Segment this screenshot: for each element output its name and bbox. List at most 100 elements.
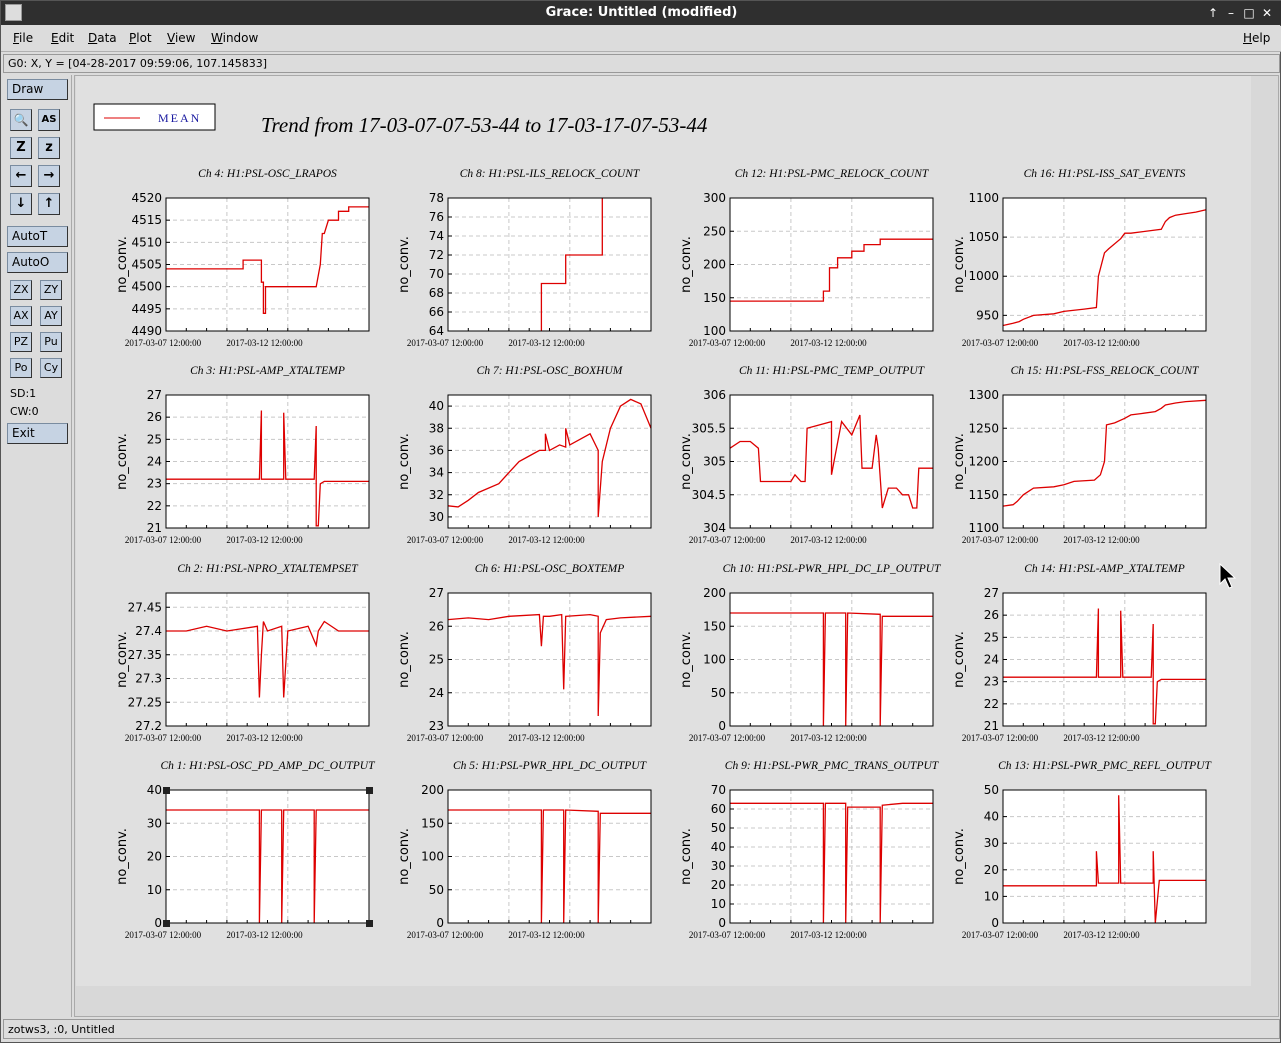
y-tick-label: 1150 <box>968 488 999 502</box>
chart-11: 27 26 25 24 23 22 21 Ch 14: H1:PSL-AMP_XTALTEMP… <box>952 563 1207 743</box>
y-axis-label: no_conv. <box>679 236 694 293</box>
pz-button[interactable]: PZ <box>10 332 32 352</box>
raise-icon[interactable]: ↑ <box>1205 5 1221 21</box>
chart-title: Ch 9: H1:PSL-PWR_PMC_TRANS_OUTPUT <box>725 760 940 772</box>
y-tick-label: 25 <box>147 432 162 446</box>
x-tick-label: 2017-03-07 12:00:00 <box>962 930 1039 940</box>
y-tick-label: 306 <box>703 388 726 402</box>
x-tick-label: 2017-03-07 12:00:00 <box>407 733 484 743</box>
locator-readout: G0: X, Y = [04-28-2017 09:59:06, 107.145… <box>3 54 1280 73</box>
zx-button[interactable]: ZX <box>10 280 32 300</box>
chart-1: 78 76 74 72 70 68 66 64 Ch 8: H1:PSL-ILS_RELOCK_… <box>397 168 652 348</box>
y-tick-label: 24 <box>147 455 162 469</box>
page-title: Trend from 17-03-07-07-53-44 to 17-03-17… <box>261 113 708 137</box>
y-tick-label: 40 <box>711 840 726 854</box>
menu-edit[interactable]: Edit <box>51 31 74 45</box>
plot-canvas[interactable]: MEAN Trend from 17-03-07-07-53-44 to 17-… <box>76 76 1251 986</box>
zoom-out-icon[interactable]: z <box>38 137 60 159</box>
plot-area <box>1003 198 1206 331</box>
scroll-up-icon[interactable]: ↑ <box>38 193 60 215</box>
zoom-in-icon[interactable]: Z <box>10 137 32 159</box>
y-tick-label: 27.45 <box>128 600 162 614</box>
chart-title: Ch 10: H1:PSL-PWR_HPL_DC_LP_OUTPUT <box>723 563 942 575</box>
exit-button[interactable]: Exit <box>7 423 68 444</box>
y-tick-label: 20 <box>711 878 726 892</box>
y-tick-label: 27.4 <box>135 624 162 638</box>
y-tick-label: 304.5 <box>692 488 726 502</box>
chart-0: 4520 4515 4510 4505 4500 4495 4490 Ch 4: H1:PSL… <box>115 168 370 348</box>
y-tick-label: 10 <box>711 897 726 911</box>
y-axis-label: no_conv. <box>679 631 694 688</box>
autoo-button[interactable]: AutoO <box>7 252 68 273</box>
chart-title: Ch 15: H1:PSL-FSS_RELOCK_COUNT <box>1011 365 1200 377</box>
ax-button[interactable]: AX <box>10 306 32 326</box>
plot-area <box>730 790 933 923</box>
scroll-right-icon[interactable]: → <box>38 165 60 187</box>
y-tick-label: 22 <box>147 499 162 513</box>
menu-plot[interactable]: Plot <box>129 31 152 45</box>
x-tick-label: 2017-03-07 12:00:00 <box>125 930 202 940</box>
y-tick-label: 150 <box>703 619 726 633</box>
x-tick-label: 2017-03-07 12:00:00 <box>125 338 202 348</box>
y-tick-label: 27.3 <box>135 672 162 686</box>
y-tick-label: 150 <box>421 816 444 830</box>
chart-12: 40 30 20 10 0 Ch 1: H1:PSL-OSC_PD_AMP_DC_OUTP… <box>115 760 376 940</box>
x-tick-label: 2017-03-07 12:00:00 <box>689 338 766 348</box>
zy-button[interactable]: ZY <box>40 280 62 300</box>
grace-window: Grace: Untitled (modified) ↑ – □ ✕ File … <box>0 0 1281 1043</box>
cy-button[interactable]: Cy <box>40 358 62 378</box>
y-tick-label: 38 <box>429 421 444 435</box>
scroll-down-icon[interactable]: ↓ <box>10 193 32 215</box>
y-tick-label: 27 <box>429 586 444 600</box>
chart-3: 1100 1050 1000 950 Ch 16: H1:PSL-ISS_SAT_EVE… <box>952 168 1207 348</box>
maximize-icon[interactable]: □ <box>1241 5 1257 21</box>
x-tick-label: 2017-03-12 12:00:00 <box>508 338 585 348</box>
menu-file[interactable]: File <box>13 31 33 45</box>
y-tick-label: 4505 <box>131 258 162 272</box>
y-tick-label: 304 <box>703 521 726 535</box>
y-tick-label: 100 <box>703 653 726 667</box>
autot-button[interactable]: AutoT <box>7 226 68 247</box>
y-tick-label: 76 <box>429 210 444 224</box>
chart-title: Ch 8: H1:PSL-ILS_RELOCK_COUNT <box>460 168 641 180</box>
sd-label: SD:1 <box>10 387 37 400</box>
y-tick-label: 26 <box>984 608 999 622</box>
y-tick-label: 0 <box>991 916 999 930</box>
x-tick-label: 2017-03-12 12:00:00 <box>1063 338 1140 348</box>
chart-14: 70 60 50 40 30 20 10 0 Ch 9: H1:PSL-PWR_PMC_TRAN… <box>679 760 940 940</box>
chart-title: Ch 3: H1:PSL-AMP_XTALTEMP <box>190 365 345 377</box>
y-axis-label: no_conv. <box>952 433 967 490</box>
y-tick-label: 66 <box>429 305 444 319</box>
y-tick-label: 100 <box>421 850 444 864</box>
y-tick-label: 1250 <box>968 421 999 435</box>
y-tick-label: 30 <box>429 510 444 524</box>
y-axis-label: no_conv. <box>115 828 130 885</box>
y-tick-label: 25 <box>429 653 444 667</box>
menu-data[interactable]: Data <box>88 31 117 45</box>
ay-button[interactable]: AY <box>40 306 62 326</box>
scroll-left-icon[interactable]: ← <box>10 165 32 187</box>
po-button[interactable]: Po <box>10 358 32 378</box>
y-tick-label: 1200 <box>968 455 999 469</box>
zoom-icon[interactable]: 🔍 <box>10 109 32 131</box>
close-icon[interactable]: ✕ <box>1259 5 1275 21</box>
y-tick-label: 24 <box>984 653 999 667</box>
draw-button[interactable]: Draw <box>7 79 68 100</box>
y-tick-label: 50 <box>711 686 726 700</box>
y-tick-label: 250 <box>703 224 726 238</box>
menu-help[interactable]: Help <box>1243 31 1270 45</box>
plot-area <box>448 198 651 331</box>
menu-view[interactable]: View <box>167 31 195 45</box>
pu-button[interactable]: Pu <box>40 332 62 352</box>
menu-window[interactable]: Window <box>211 31 258 45</box>
y-tick-label: 40 <box>429 399 444 413</box>
chart-title: Ch 12: H1:PSL-PMC_RELOCK_COUNT <box>735 168 930 180</box>
minimize-icon[interactable]: – <box>1223 5 1239 21</box>
y-tick-label: 1100 <box>968 521 999 535</box>
x-tick-label: 2017-03-12 12:00:00 <box>508 733 585 743</box>
chart-title: Ch 16: H1:PSL-ISS_SAT_EVENTS <box>1024 168 1186 180</box>
y-tick-label: 4510 <box>131 235 162 249</box>
autoscale-text-icon[interactable]: AS <box>38 109 60 131</box>
y-tick-label: 34 <box>429 466 444 480</box>
y-tick-label: 25 <box>984 630 999 644</box>
